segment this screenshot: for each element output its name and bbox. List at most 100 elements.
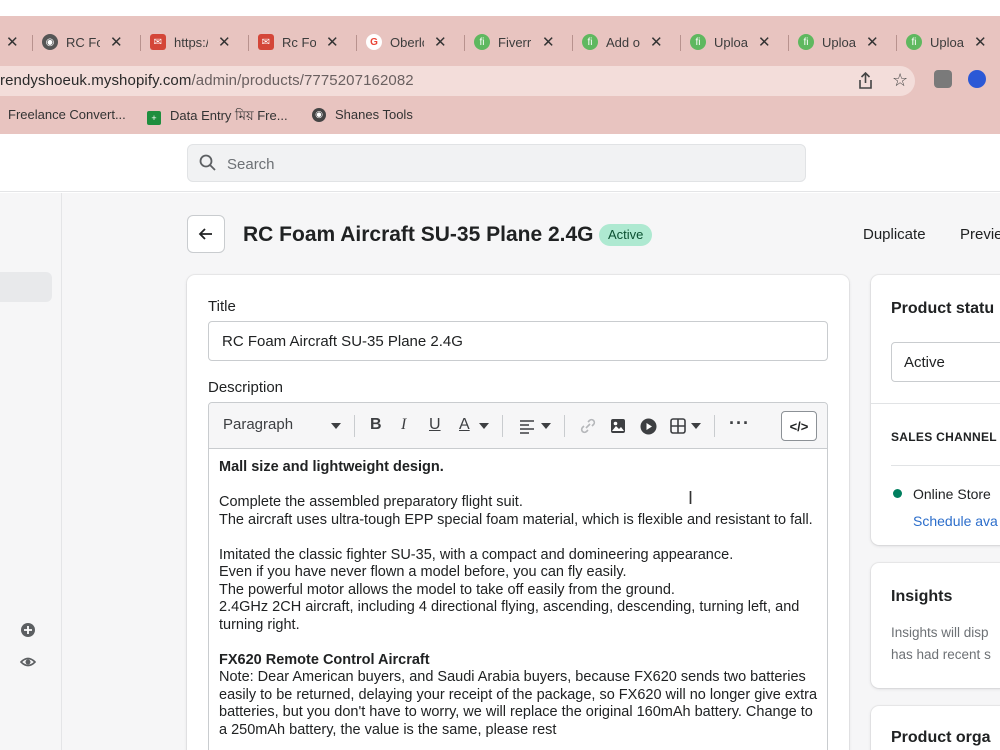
tab-separator bbox=[32, 35, 33, 51]
align-left-icon[interactable] bbox=[519, 418, 535, 434]
tab-gmail-rc-foam[interactable]: ✉ Rc Foam ✕ bbox=[258, 26, 339, 58]
screen-top-strip bbox=[0, 0, 1000, 16]
bookmark-shanes-tools[interactable]: ◉ Shanes Tools bbox=[312, 107, 413, 122]
description-editor[interactable]: Paragraph B I U A ··· </> Mall size and … bbox=[208, 402, 828, 750]
tab-close-icon[interactable]: ✕ bbox=[434, 33, 447, 51]
tab-partial[interactable]: ✕ bbox=[6, 26, 19, 58]
search-input[interactable]: Search bbox=[187, 144, 806, 182]
google-icon: G bbox=[366, 34, 382, 50]
tab-close-icon[interactable]: ✕ bbox=[866, 33, 879, 51]
profile-icon[interactable] bbox=[968, 70, 986, 88]
table-icon[interactable] bbox=[670, 418, 686, 434]
italic-icon[interactable]: I bbox=[401, 416, 406, 434]
sidebar bbox=[0, 193, 62, 750]
tab-rc-foam[interactable]: ◉ RC Foam Aircraft ✕ bbox=[42, 26, 123, 58]
preview-button[interactable]: Previe bbox=[960, 226, 1000, 243]
underline-icon[interactable]: U bbox=[429, 416, 441, 434]
chevron-down-icon[interactable] bbox=[479, 423, 489, 429]
description-content[interactable]: Mall size and lightweight design. Comple… bbox=[219, 459, 821, 739]
text-cursor-icon: I bbox=[688, 488, 694, 508]
page-title: RC Foam Aircraft SU-35 Plane 2.4G bbox=[243, 223, 594, 246]
editor-toolbar: Paragraph B I U A ··· </> bbox=[209, 403, 827, 449]
chevron-down-icon[interactable] bbox=[331, 423, 341, 429]
tab-fiverr[interactable]: fi Fiverr ✕ bbox=[474, 26, 555, 58]
schedule-availability-link[interactable]: Schedule ava bbox=[913, 513, 998, 529]
fiverr-icon: fi bbox=[582, 34, 598, 50]
tab-close-icon[interactable]: ✕ bbox=[974, 33, 987, 51]
description-paragraph: Note: Dear American buyers, and Saudi Ar… bbox=[219, 669, 818, 738]
tab-separator bbox=[572, 35, 573, 51]
title-label: Title bbox=[208, 298, 236, 315]
online-status-dot bbox=[893, 489, 902, 498]
description-label: Description bbox=[208, 379, 284, 396]
globe-icon: ◉ bbox=[42, 34, 58, 50]
address-row: rendyshoeuk.myshopify.com/admin/products… bbox=[0, 66, 1000, 96]
tab-separator bbox=[140, 35, 141, 51]
fiverr-icon: fi bbox=[474, 34, 490, 50]
status-select[interactable]: Active bbox=[891, 342, 1000, 382]
bookmarks-bar: Freelance Convert... + Data Entry মিয় Fr… bbox=[0, 100, 1000, 130]
description-paragraph: Complete the assembled preparatory fligh… bbox=[219, 494, 813, 528]
admin-topbar: Search bbox=[0, 134, 1000, 192]
insights-text: has had recent s bbox=[891, 647, 991, 662]
status-badge: Active bbox=[599, 224, 653, 246]
tab-gmail-https[interactable]: ✉ https:// ✕ bbox=[150, 26, 231, 58]
tab-separator bbox=[896, 35, 897, 51]
url-text[interactable]: rendyshoeuk.myshopify.com/admin/products… bbox=[0, 72, 414, 89]
chevron-down-icon[interactable] bbox=[541, 423, 551, 429]
video-icon[interactable] bbox=[640, 418, 657, 435]
arrow-left-icon bbox=[198, 228, 212, 240]
tab-close-icon[interactable]: ✕ bbox=[542, 33, 555, 51]
tab-close-icon[interactable]: ✕ bbox=[6, 33, 19, 51]
search-icon bbox=[199, 154, 216, 171]
fiverr-icon: fi bbox=[906, 34, 922, 50]
sidebar-active-item[interactable] bbox=[0, 272, 52, 302]
card-divider bbox=[871, 403, 1000, 404]
description-paragraph: Imitated the classic fighter SU-35, with… bbox=[219, 546, 800, 633]
toolbar-separator bbox=[502, 415, 503, 437]
insights-title: Insights bbox=[891, 588, 953, 605]
tab-upload-3[interactable]: fi Upload ✕ bbox=[906, 26, 987, 58]
bookmark-data-entry[interactable]: + Data Entry মিয় Fre... bbox=[147, 107, 288, 128]
chevron-down-icon[interactable] bbox=[691, 423, 701, 429]
image-icon[interactable] bbox=[610, 418, 626, 434]
duplicate-button[interactable]: Duplicate bbox=[863, 226, 926, 243]
show-html-button[interactable]: </> bbox=[781, 411, 817, 441]
add-circle-icon[interactable] bbox=[20, 622, 36, 638]
sheets-icon: + bbox=[147, 110, 161, 125]
tab-add-on[interactable]: fi Add on ✕ bbox=[582, 26, 663, 58]
tab-upload-1[interactable]: fi Upload ✕ bbox=[690, 26, 771, 58]
tab-close-icon[interactable]: ✕ bbox=[326, 33, 339, 51]
fiverr-icon: fi bbox=[690, 34, 706, 50]
bold-icon[interactable]: B bbox=[370, 416, 382, 434]
back-button[interactable] bbox=[187, 215, 225, 253]
tab-upload-2[interactable]: fi Upload ✕ bbox=[798, 26, 879, 58]
tab-separator bbox=[680, 35, 681, 51]
link-icon[interactable] bbox=[580, 418, 596, 434]
paragraph-select[interactable]: Paragraph bbox=[223, 416, 293, 433]
eye-icon[interactable] bbox=[20, 654, 36, 670]
url-bar[interactable]: rendyshoeuk.myshopify.com/admin/products… bbox=[0, 66, 915, 96]
mail-icon: ✉ bbox=[150, 34, 166, 50]
tab-close-icon[interactable]: ✕ bbox=[218, 33, 231, 51]
tab-close-icon[interactable]: ✕ bbox=[650, 33, 663, 51]
description-heading: Mall size and lightweight design. bbox=[219, 459, 444, 475]
share-icon[interactable] bbox=[858, 71, 873, 93]
globe-icon: ◉ bbox=[312, 107, 326, 122]
toolbar-separator bbox=[354, 415, 355, 437]
extension-icon[interactable] bbox=[934, 70, 952, 88]
tab-oberlo[interactable]: G Oberlo ✕ bbox=[366, 26, 447, 58]
more-options-icon[interactable]: ··· bbox=[729, 413, 750, 434]
bookmark-freelance[interactable]: Freelance Convert... bbox=[8, 107, 126, 122]
tab-close-icon[interactable]: ✕ bbox=[110, 33, 123, 51]
online-store-label: Online Store bbox=[913, 486, 991, 502]
bookmark-star-icon[interactable]: ☆ bbox=[892, 70, 908, 91]
title-input[interactable] bbox=[208, 321, 828, 361]
tab-bar: ✕ ◉ RC Foam Aircraft ✕ ✉ https:// ✕ ✉ Rc… bbox=[0, 16, 1000, 66]
mail-icon: ✉ bbox=[258, 34, 274, 50]
sales-channels-heading: SALES CHANNEL bbox=[891, 430, 997, 444]
text-color-icon[interactable]: A bbox=[459, 416, 470, 434]
description-subheading: FX620 Remote Control Aircraft bbox=[219, 651, 430, 668]
tab-separator bbox=[464, 35, 465, 51]
tab-close-icon[interactable]: ✕ bbox=[758, 33, 771, 51]
